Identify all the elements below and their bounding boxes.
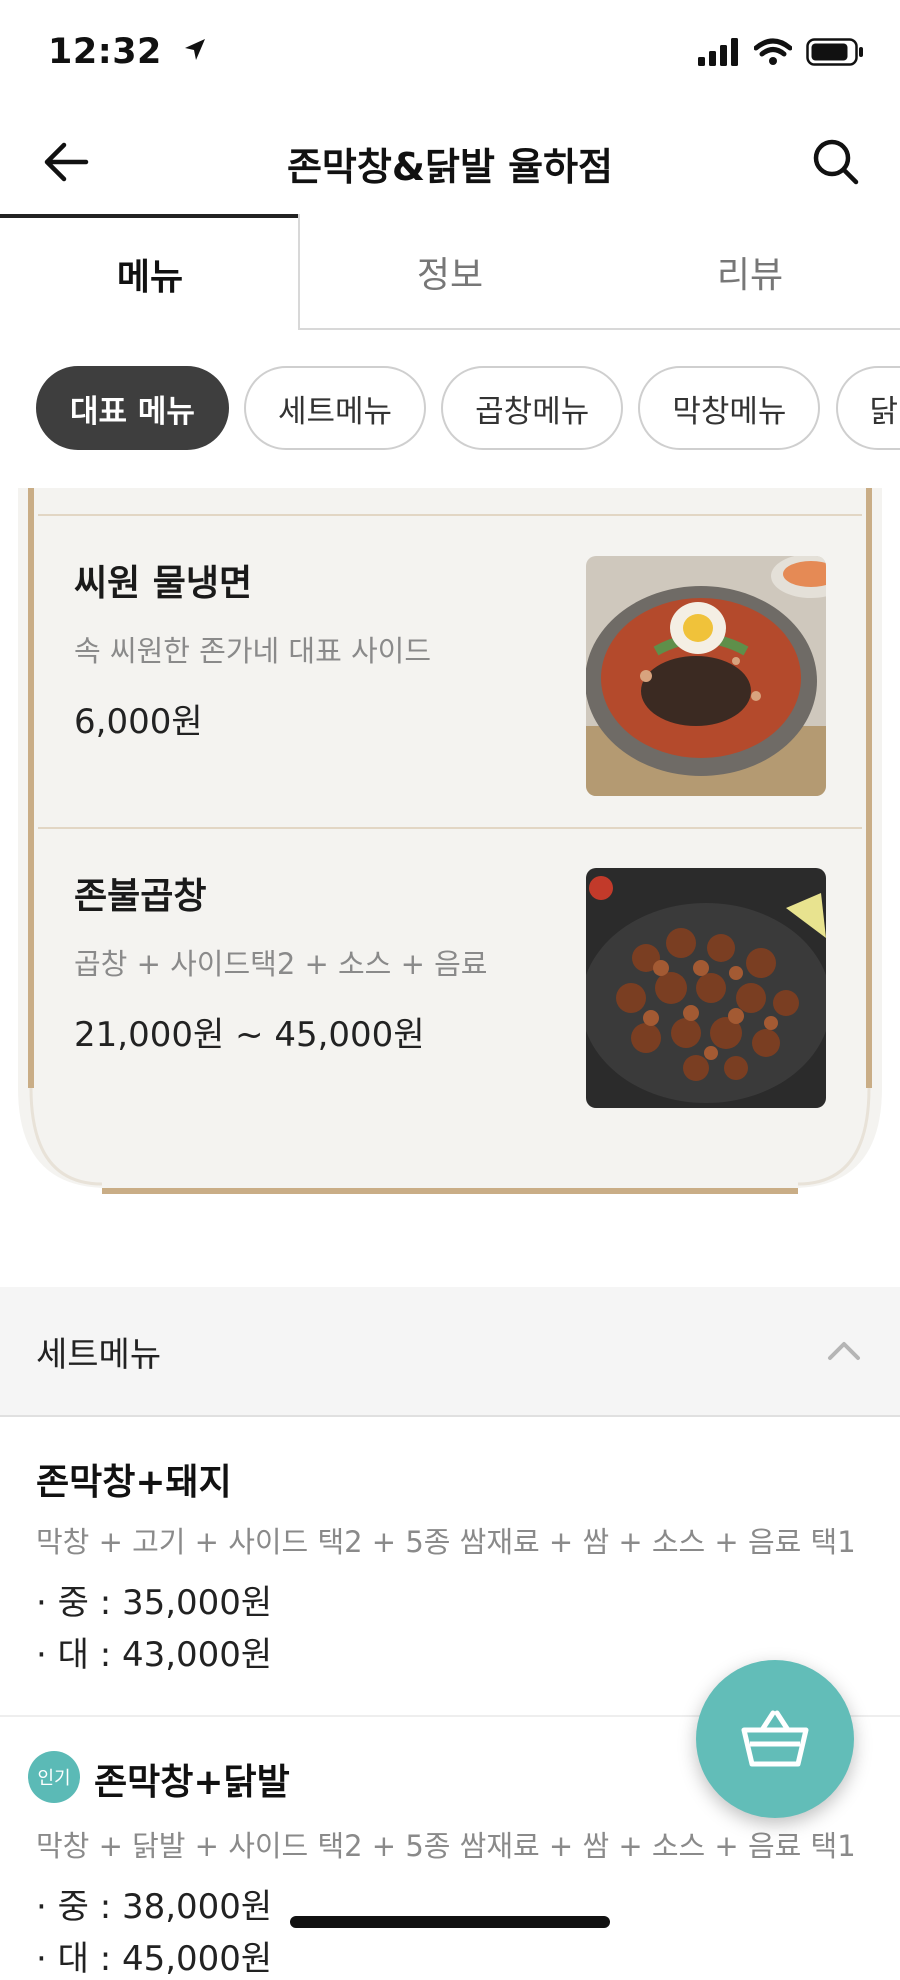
menu-item[interactable]: 존불곱창 곱창 + 사이드택2 + 소스 + 음료 21,000원 ~ 45,0… [74,867,487,1056]
tab-menu[interactable]: 메뉴 [0,214,300,330]
menu-item-name: 존불곱창 [74,876,207,917]
cart-button[interactable] [696,1660,854,1818]
chip-makchang-menu[interactable]: 막창메뉴 [638,366,821,450]
menu-item-description: 속 씨원한 존가네 대표 사이드 [74,634,432,668]
card-corner-left [18,1087,108,1198]
chip-gopchang-menu[interactable]: 곱창메뉴 [441,366,624,450]
tab-underline [300,328,900,330]
chip-featured-menu[interactable]: 대표 메뉴 [36,366,229,450]
section-title: 세트메뉴 [36,1335,162,1375]
popular-badge: 인기 [28,1751,80,1803]
card-border-right [866,488,872,1088]
gopchang-photo[interactable] [586,868,826,1108]
card-divider [38,514,862,516]
chip-dakbal-menu[interactable]: 닭발메뉴 [835,366,900,450]
naengmyeon-photo[interactable] [586,556,826,796]
tab-bar: 메뉴 정보 리뷰 [0,214,900,330]
set-item-price: · 중 : 38,000원 [36,1887,273,1927]
set-item-price: · 대 : 45,000원 [36,1939,273,1979]
signal-icon [698,38,740,70]
basket-icon [741,1710,809,1767]
menu-item-description: 곱창 + 사이드택2 + 소스 + 음료 [74,947,488,981]
set-item-name: 존막창+돼지 [36,1462,232,1503]
set-menu-section-header[interactable]: 세트메뉴 [0,1287,900,1417]
set-item-name: 존막창+닭발 [94,1762,290,1803]
set-item-price: · 대 : 43,000원 [36,1635,273,1675]
home-indicator [290,1916,610,1928]
featured-menu-card: 씨원 물냉면 속 씨원한 존가네 대표 사이드 6,000원 존불곱창 곱창 +… [18,488,882,1208]
location-arrow-icon [183,32,207,72]
category-chips: 대표 메뉴 세트메뉴 곱창메뉴 막창메뉴 닭발메뉴 [36,366,900,454]
card-divider [38,827,862,829]
card-border-bottom [102,1188,798,1194]
menu-item-price: 6,000원 [74,702,203,742]
tab-info[interactable]: 정보 [300,214,600,330]
set-item-price: · 중 : 35,000원 [36,1583,273,1623]
chevron-up-icon [828,1342,860,1360]
page-title: 존막창&닭발 율하점 [286,145,614,189]
card-border-left [28,488,34,1088]
search-icon [813,139,859,185]
status-bar: 12:32 [0,0,900,110]
tab-review[interactable]: 리뷰 [600,214,900,330]
header: 존막창&닭발 율하점 [0,110,900,214]
menu-item[interactable]: 씨원 물냉면 속 씨원한 존가네 대표 사이드 6,000원 [74,554,431,743]
set-item-description: 막창 + 닭발 + 사이드 택2 + 5종 쌈재료 + 쌈 + 소스 + 음료 … [36,1829,856,1863]
menu-item-name: 씨원 물냉면 [74,563,253,604]
battery-icon [806,38,864,70]
menu-item-price: 21,000원 ~ 45,000원 [74,1015,425,1055]
collapse-button[interactable] [824,1331,864,1371]
status-time: 12:32 [48,32,207,72]
status-time-text: 12:32 [48,32,162,72]
search-button[interactable] [808,134,864,190]
wifi-icon [753,38,793,70]
set-item-description: 막창 + 고기 + 사이드 택2 + 5종 쌈재료 + 쌈 + 소스 + 음료 … [36,1525,856,1559]
chip-set-menu[interactable]: 세트메뉴 [243,366,427,450]
status-icons [698,38,864,70]
